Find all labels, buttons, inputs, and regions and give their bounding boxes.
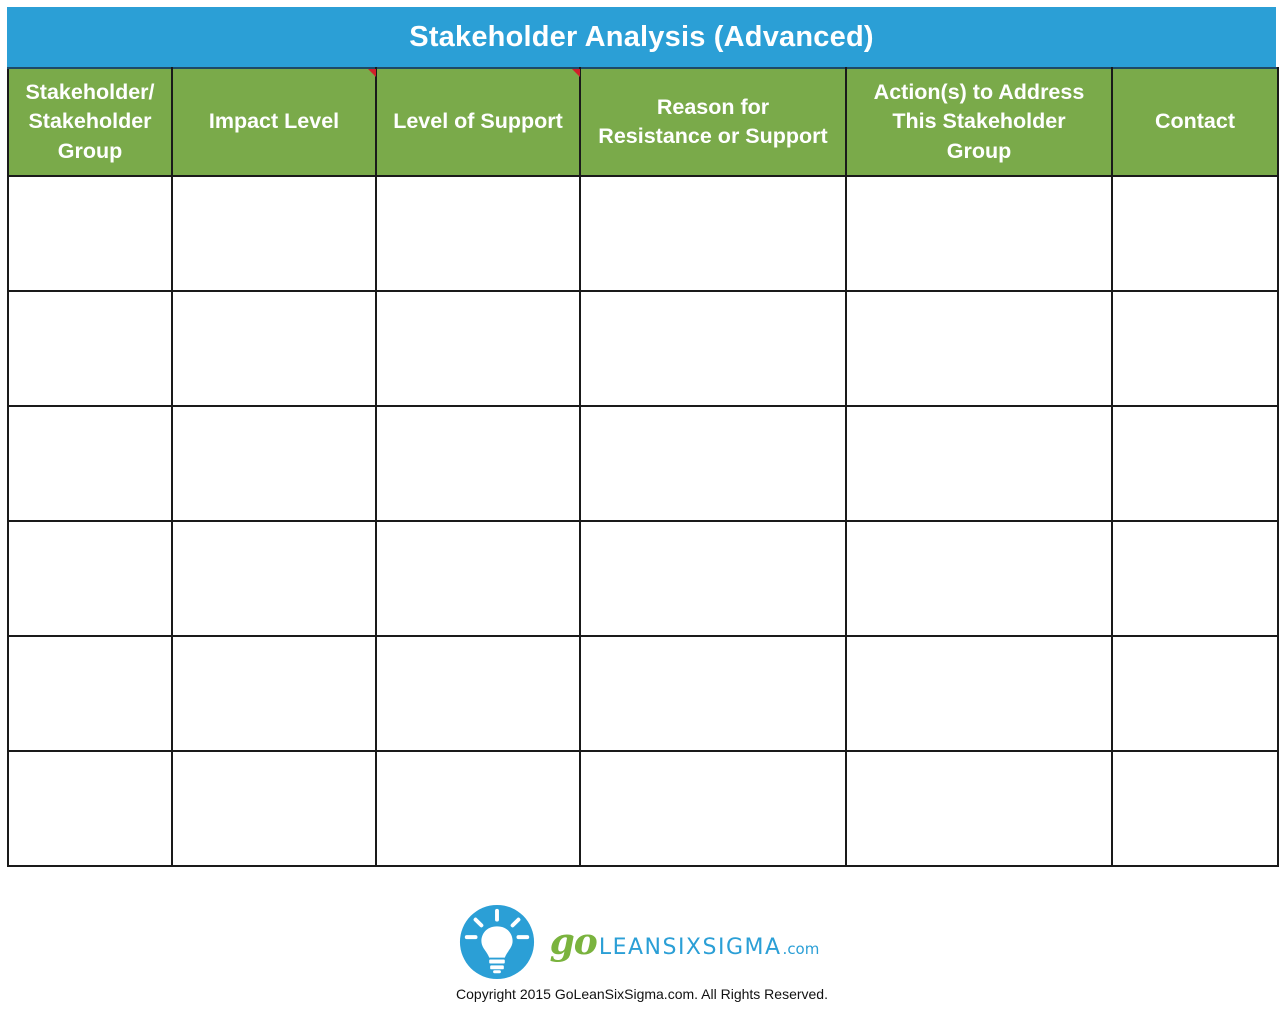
table-row xyxy=(7,290,1279,407)
table-cell[interactable] xyxy=(1111,635,1279,752)
table-cell[interactable] xyxy=(845,405,1113,522)
table-body xyxy=(7,175,1279,867)
stakeholder-analysis-sheet: Stakeholder Analysis (Advanced) Stakehol… xyxy=(7,7,1279,867)
column-header-line: Reason for xyxy=(656,94,770,119)
table-cell[interactable] xyxy=(1111,520,1279,637)
copyright-text: Copyright 2015 GoLeanSixSigma.com. All R… xyxy=(456,986,828,1002)
table-cell[interactable] xyxy=(171,635,377,752)
table-cell[interactable] xyxy=(579,750,847,867)
table-cell[interactable] xyxy=(845,520,1113,637)
table-cell[interactable] xyxy=(845,290,1113,407)
table-row xyxy=(7,750,1279,867)
table-cell[interactable] xyxy=(7,520,173,637)
table-row xyxy=(7,520,1279,637)
table-cell[interactable] xyxy=(375,520,581,637)
column-header-line: This Stakeholder xyxy=(892,109,1066,134)
column-header-6: Contact xyxy=(1111,67,1279,177)
column-header-line: Impact Level xyxy=(208,109,340,134)
table-cell[interactable] xyxy=(7,635,173,752)
table-cell[interactable] xyxy=(579,635,847,752)
table-cell[interactable] xyxy=(171,175,377,292)
table-cell[interactable] xyxy=(375,750,581,867)
table-cell[interactable] xyxy=(579,290,847,407)
table-cell[interactable] xyxy=(375,175,581,292)
table-cell[interactable] xyxy=(375,405,581,522)
table-cell[interactable] xyxy=(1111,290,1279,407)
table-cell[interactable] xyxy=(1111,405,1279,522)
table-cell[interactable] xyxy=(375,290,581,407)
brand-name: LEANSIXSIGMA xyxy=(598,935,782,960)
table-cell[interactable] xyxy=(375,635,581,752)
table-cell[interactable] xyxy=(171,750,377,867)
table-cell[interactable] xyxy=(7,750,173,867)
brand-logo: go LEANSIXSIGMA .com xyxy=(0,900,1282,984)
lightbulb-icon xyxy=(459,904,534,980)
brand-go: go xyxy=(549,921,598,963)
table-row xyxy=(7,175,1279,292)
column-header-line: Group xyxy=(946,138,1012,163)
column-header-line: Group xyxy=(57,138,123,163)
table-cell[interactable] xyxy=(845,175,1113,292)
table-cell[interactable] xyxy=(171,290,377,407)
comment-indicator-icon[interactable] xyxy=(368,69,376,77)
column-header-line: Stakeholder/ xyxy=(25,79,155,104)
table-cell[interactable] xyxy=(7,405,173,522)
table-cell[interactable] xyxy=(171,405,377,522)
column-header-4: Reason for Resistance or Support xyxy=(579,67,847,177)
column-header-line: Contact xyxy=(1154,109,1236,134)
table-cell[interactable] xyxy=(579,520,847,637)
table-cell[interactable] xyxy=(845,750,1113,867)
table-cell[interactable] xyxy=(1111,175,1279,292)
column-header-5: Action(s) to Address This Stakeholder Grou… xyxy=(845,67,1113,177)
brand-wordmark: go LEANSIXSIGMA .com xyxy=(550,921,820,963)
column-header-line: Action(s) to Address xyxy=(873,79,1085,104)
table-cell[interactable] xyxy=(171,520,377,637)
column-header-1: Stakeholder/Stakeholder Group xyxy=(7,67,173,177)
table-cell[interactable] xyxy=(1111,750,1279,867)
column-header-line: Stakeholder xyxy=(28,109,152,134)
column-header-3: Level of Support xyxy=(375,67,581,177)
table-cell[interactable] xyxy=(579,405,847,522)
column-header-2: Impact Level xyxy=(171,67,377,177)
table-cell[interactable] xyxy=(579,175,847,292)
table-cell[interactable] xyxy=(7,290,173,407)
sheet-title: Stakeholder Analysis (Advanced) xyxy=(7,7,1276,67)
footer: go LEANSIXSIGMA .com Copyright 2015 GoLe… xyxy=(0,900,1282,1002)
table-row xyxy=(7,635,1279,752)
brand-tld: .com xyxy=(782,940,820,958)
table-cell[interactable] xyxy=(845,635,1113,752)
column-header-line: Level of Support xyxy=(393,109,563,134)
header-row: Stakeholder/Stakeholder Group Impact Level… xyxy=(7,67,1279,177)
comment-indicator-icon[interactable] xyxy=(572,69,580,77)
column-header-line: Resistance or Support xyxy=(598,124,828,148)
table-row xyxy=(7,405,1279,522)
table-cell[interactable] xyxy=(7,175,173,292)
stakeholder-table: Stakeholder/Stakeholder Group Impact Level… xyxy=(7,67,1279,867)
